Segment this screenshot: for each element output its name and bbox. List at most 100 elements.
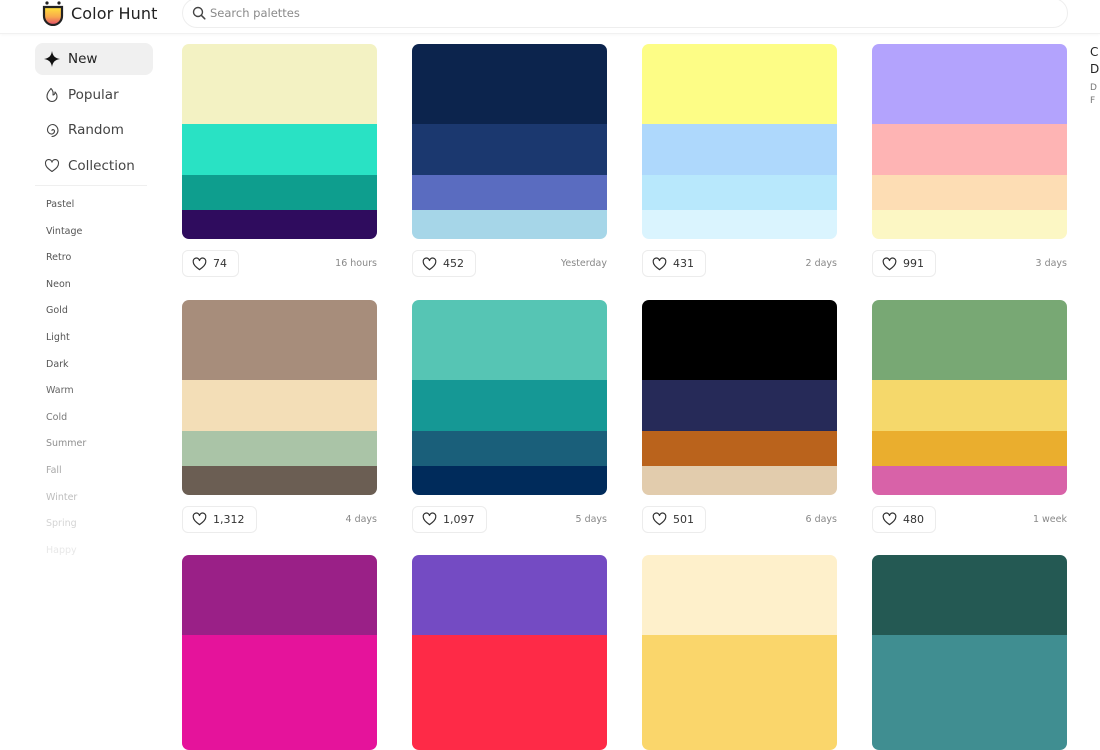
color-swatch[interactable] <box>412 721 607 750</box>
like-count: 74 <box>213 257 227 270</box>
color-swatch[interactable] <box>642 124 837 175</box>
tag-spring[interactable]: Spring <box>35 511 153 538</box>
color-swatch[interactable] <box>412 44 607 124</box>
color-swatch[interactable] <box>412 686 607 721</box>
tag-winter[interactable]: Winter <box>35 485 153 512</box>
color-swatch[interactable] <box>872 210 1067 239</box>
palette-swatches[interactable] <box>872 555 1067 750</box>
tag-neon[interactable]: Neon <box>35 272 153 299</box>
color-swatch[interactable] <box>872 721 1067 750</box>
color-swatch[interactable] <box>412 299 607 380</box>
palette-swatches[interactable] <box>642 555 837 750</box>
tag-happy[interactable]: Happy <box>35 538 153 565</box>
color-swatch[interactable] <box>642 635 837 686</box>
search-bar[interactable] <box>182 0 1068 28</box>
color-swatch[interactable] <box>182 430 377 466</box>
logo[interactable]: Color Hunt <box>41 0 158 27</box>
color-swatch[interactable] <box>182 555 377 635</box>
palette-swatches[interactable] <box>642 44 837 239</box>
tag-cold[interactable]: Cold <box>35 405 153 432</box>
color-swatch[interactable] <box>872 379 1067 431</box>
color-swatch[interactable] <box>412 430 607 466</box>
color-swatch[interactable] <box>412 379 607 431</box>
tag-warm[interactable]: Warm <box>35 378 153 405</box>
color-swatch[interactable] <box>412 124 607 175</box>
like-count: 1,312 <box>213 512 245 526</box>
color-swatch[interactable] <box>642 465 837 495</box>
like-button[interactable]: 480 <box>872 505 936 533</box>
color-swatch[interactable] <box>642 299 837 380</box>
color-swatch[interactable] <box>642 210 837 239</box>
color-swatch[interactable] <box>872 430 1067 466</box>
top-bar: Color Hunt <box>0 0 1100 34</box>
nav-collection[interactable]: Collection <box>35 150 153 182</box>
tag-gold[interactable]: Gold <box>35 298 153 325</box>
color-swatch[interactable] <box>642 555 837 635</box>
like-button[interactable]: 501 <box>642 505 706 533</box>
color-swatch[interactable] <box>642 44 837 124</box>
heart-icon <box>192 512 207 526</box>
like-button[interactable]: 431 <box>642 250 706 277</box>
palette-swatches[interactable] <box>182 44 377 239</box>
color-swatch[interactable] <box>412 635 607 686</box>
tag-summer[interactable]: Summer <box>35 431 153 458</box>
color-swatch[interactable] <box>642 721 837 750</box>
color-swatch[interactable] <box>412 210 607 239</box>
palette-swatches[interactable] <box>182 299 377 495</box>
tag-fall[interactable]: Fall <box>35 458 153 485</box>
palette-swatches[interactable] <box>412 299 607 495</box>
color-swatch[interactable] <box>642 175 837 210</box>
like-button[interactable]: 74 <box>182 250 239 277</box>
color-swatch[interactable] <box>872 465 1067 495</box>
nav-new[interactable]: New <box>35 43 153 75</box>
color-swatch[interactable] <box>872 686 1067 721</box>
tag-light[interactable]: Light <box>35 325 153 352</box>
color-swatch[interactable] <box>182 124 377 175</box>
nav-label: Popular <box>68 86 119 103</box>
palette-swatches[interactable] <box>412 44 607 239</box>
like-button[interactable]: 991 <box>872 250 936 277</box>
palette-swatches[interactable] <box>872 44 1067 239</box>
palette-swatches[interactable] <box>412 555 607 750</box>
color-swatch[interactable] <box>642 686 837 721</box>
color-swatch[interactable] <box>872 299 1067 380</box>
color-swatch[interactable] <box>872 175 1067 210</box>
nav-popular[interactable]: Popular <box>35 79 153 111</box>
heart-icon <box>422 256 437 271</box>
color-swatch[interactable] <box>182 635 377 686</box>
nav-random[interactable]: Random <box>35 114 153 146</box>
palette-swatches[interactable] <box>182 555 377 750</box>
palette-age: 5 days <box>575 513 608 525</box>
color-swatch[interactable] <box>412 175 607 210</box>
palette-card: 452 Yesterday <box>412 44 607 289</box>
search-input[interactable] <box>210 6 1050 20</box>
side-panel-title: C <box>1090 45 1099 59</box>
color-swatch[interactable] <box>642 379 837 431</box>
palette-meta: 1,097 5 days <box>412 495 607 545</box>
color-swatch[interactable] <box>182 686 377 721</box>
color-swatch[interactable] <box>642 430 837 466</box>
color-swatch[interactable] <box>182 299 377 380</box>
color-swatch[interactable] <box>872 635 1067 686</box>
color-swatch[interactable] <box>182 210 377 239</box>
tag-vintage[interactable]: Vintage <box>35 219 153 246</box>
palette-swatches[interactable] <box>872 299 1067 495</box>
palette-swatches[interactable] <box>642 299 837 495</box>
color-swatch[interactable] <box>182 379 377 431</box>
color-swatch[interactable] <box>412 465 607 495</box>
color-swatch[interactable] <box>182 465 377 495</box>
tag-retro[interactable]: Retro <box>35 245 153 272</box>
like-button[interactable]: 1,312 <box>182 505 257 533</box>
color-swatch[interactable] <box>182 175 377 210</box>
color-swatch[interactable] <box>872 44 1067 124</box>
color-swatch[interactable] <box>182 721 377 750</box>
color-swatch[interactable] <box>872 555 1067 635</box>
tag-dark[interactable]: Dark <box>35 352 153 379</box>
tag-pastel[interactable]: Pastel <box>35 192 153 219</box>
color-swatch[interactable] <box>412 555 607 635</box>
color-swatch[interactable] <box>872 124 1067 175</box>
app-name: Color Hunt <box>71 4 158 23</box>
like-button[interactable]: 452 <box>412 250 476 277</box>
color-swatch[interactable] <box>182 44 377 124</box>
like-button[interactable]: 1,097 <box>412 505 487 533</box>
